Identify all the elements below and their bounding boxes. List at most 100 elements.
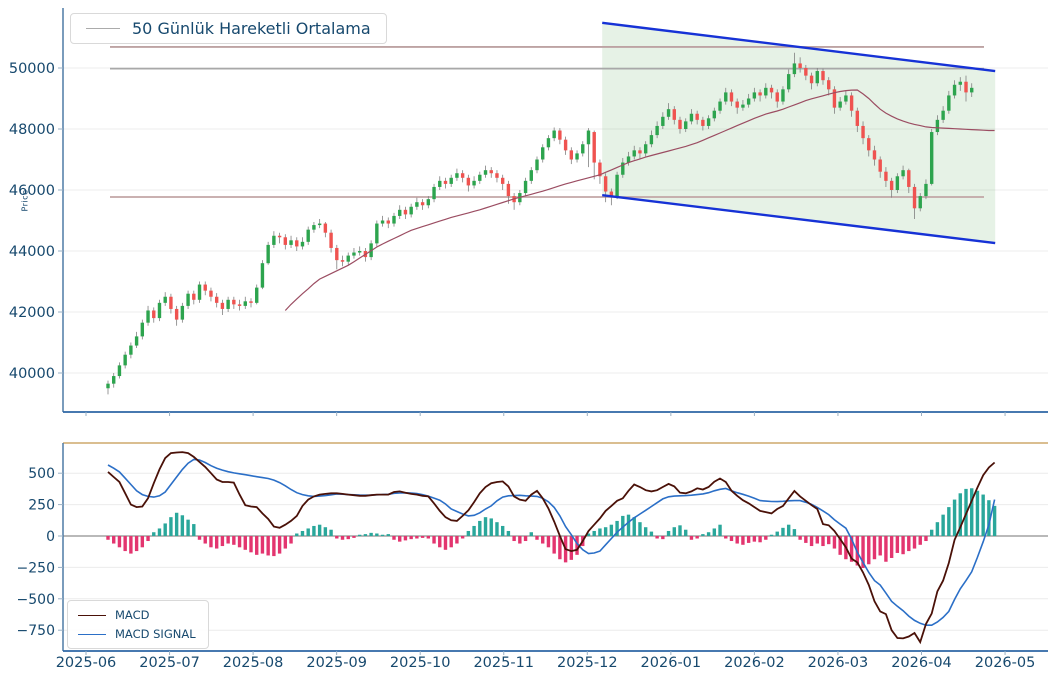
- macd-histogram-bar: [701, 534, 704, 536]
- macd-histogram-bar: [913, 536, 916, 549]
- macd-histogram-bar: [404, 536, 407, 540]
- candle-body: [181, 306, 184, 320]
- candle-body: [673, 109, 676, 120]
- macd-histogram-bar: [392, 536, 395, 540]
- macd-histogram-bar: [495, 522, 498, 536]
- macd-histogram-bar: [816, 536, 819, 544]
- macd-histogram-bar: [684, 530, 687, 536]
- candle-body: [204, 285, 207, 291]
- macd-histogram-bar: [924, 536, 927, 541]
- macd-histogram-bar: [507, 531, 510, 536]
- macd-histogram-bar: [461, 536, 464, 539]
- candle-body: [638, 150, 641, 153]
- candle-body: [495, 173, 498, 178]
- candle-body: [106, 384, 109, 389]
- macd-histogram-bar: [919, 536, 922, 545]
- candlestick-macd-plot: 4000042000440004600048000500005002500−25…: [0, 0, 1050, 673]
- macd-histogram-bar: [135, 536, 138, 551]
- macd-histogram-bar: [478, 521, 481, 536]
- candle-body: [141, 323, 144, 337]
- candle-body: [804, 68, 807, 76]
- macd-histogram-bar: [232, 536, 235, 545]
- candle-body: [959, 82, 962, 85]
- candle-body: [266, 245, 269, 263]
- candle-body: [261, 263, 264, 287]
- macd-histogram-bar: [976, 491, 979, 536]
- candle-body: [907, 170, 910, 187]
- macd-histogram-bar: [375, 533, 378, 536]
- macd-histogram-bar: [272, 536, 275, 556]
- macd-histogram-bar: [810, 536, 813, 546]
- macd-histogram-bar: [541, 536, 544, 544]
- candle-body: [409, 207, 412, 215]
- candle-body: [587, 131, 590, 145]
- macd-histogram-bar: [192, 524, 195, 536]
- macd-histogram-bar: [604, 527, 607, 536]
- macd-histogram-bar: [741, 536, 744, 545]
- macd-histogram-bar: [718, 525, 721, 536]
- macd-histogram-bar: [941, 515, 944, 536]
- x-tick-label: 2025-06: [56, 655, 117, 671]
- candle-body: [209, 291, 212, 297]
- macd-histogram-bar: [204, 536, 207, 544]
- macd-histogram-bar: [455, 536, 458, 544]
- macd-histogram-bar: [673, 527, 676, 536]
- x-tick-label: 2025-09: [306, 655, 367, 671]
- candle-body: [455, 173, 458, 178]
- macd-histogram-bar: [289, 536, 292, 544]
- macd-histogram-bar: [524, 536, 527, 541]
- ma-legend-label: 50 Günlük Hareketli Ortalama: [132, 19, 371, 38]
- macd-histogram-bar: [833, 536, 836, 549]
- candle-body: [901, 170, 904, 176]
- candle-body: [604, 176, 607, 191]
- macd-histogram-bar: [993, 506, 996, 536]
- candle-body: [392, 216, 395, 224]
- macd-histogram-bar: [146, 536, 149, 541]
- candle-body: [158, 303, 161, 318]
- candle-body: [816, 71, 819, 83]
- macd-histogram-bar: [570, 536, 573, 560]
- candle-body: [444, 181, 447, 184]
- candle-body: [501, 178, 504, 184]
- candle-body: [347, 256, 350, 262]
- candle-body: [123, 355, 126, 366]
- macd-ytick-label: −500: [17, 592, 55, 608]
- macd-histogram-bar: [484, 517, 487, 536]
- macd-histogram-bar: [249, 536, 252, 552]
- candle-body: [152, 310, 155, 318]
- macd-histogram-bar: [707, 532, 710, 536]
- macd-histogram-bar: [221, 536, 224, 546]
- macd-histogram-bar: [295, 533, 298, 536]
- macd-histogram-bar: [896, 536, 899, 553]
- macd-histogram-bar: [713, 528, 716, 536]
- macd-histogram-bar: [512, 536, 515, 541]
- macd-histogram-bar: [644, 527, 647, 536]
- macd-histogram-bar: [307, 528, 310, 536]
- candle-body: [375, 224, 378, 244]
- candle-body: [295, 240, 298, 246]
- price-axis-label: Price: [21, 171, 30, 231]
- candle-body: [312, 225, 315, 230]
- candle-body: [112, 376, 115, 384]
- macd-histogram-bar: [547, 536, 550, 547]
- candle-body: [352, 253, 355, 256]
- macd-histogram-bar: [369, 533, 372, 536]
- macd-histogram-bar: [552, 536, 555, 554]
- candle-body: [135, 336, 138, 345]
- candle-body: [718, 102, 721, 111]
- candle-body: [341, 260, 344, 262]
- candle-body: [695, 114, 698, 120]
- macd-histogram-bar: [804, 536, 807, 543]
- macd-ytick-label: 500: [28, 466, 55, 482]
- candle-body: [793, 63, 796, 74]
- macd-histogram-bar: [821, 536, 824, 546]
- candle-body: [919, 196, 922, 208]
- macd-signal-legend-label: MACD SIGNAL: [115, 627, 196, 641]
- candle-body: [873, 150, 876, 159]
- candle-body: [581, 144, 584, 153]
- candle-body: [684, 121, 687, 129]
- macd-histogram-bar: [152, 532, 155, 536]
- macd-histogram-bar: [467, 531, 470, 536]
- macd-ytick-label: 0: [46, 529, 55, 545]
- macd-legend-line-icon: [78, 615, 106, 616]
